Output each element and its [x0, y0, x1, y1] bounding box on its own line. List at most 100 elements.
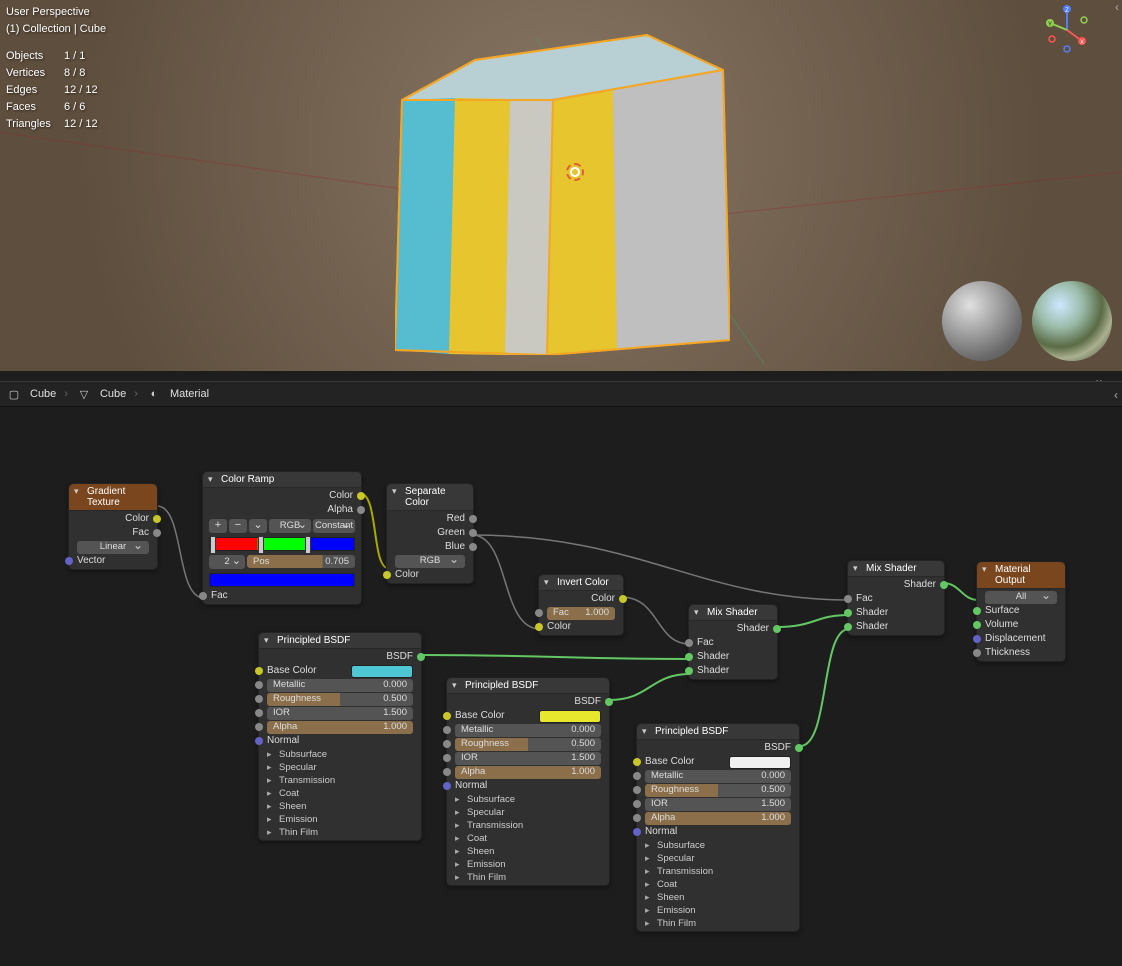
node-editor-canvas[interactable]: Gradient Texture Color Fac Linear Vector… — [0, 407, 1122, 966]
node-principled-bsdf-2[interactable]: Principled BSDF BSDF Base Color Metallic… — [446, 677, 610, 886]
node-title[interactable]: Mix Shader — [689, 605, 777, 621]
section-coat[interactable]: Coat — [447, 832, 609, 845]
stop-color-swatch[interactable] — [209, 573, 355, 587]
stop-pos-field[interactable]: Pos0.705 — [247, 555, 355, 568]
input-socket[interactable] — [685, 653, 693, 661]
color-ramp-gradient[interactable] — [209, 537, 355, 551]
node-material-output[interactable]: Material Output All Surface Volume Displ… — [976, 561, 1066, 662]
node-title[interactable]: Gradient Texture — [69, 484, 157, 511]
section-transmission[interactable]: Transmission — [259, 774, 421, 787]
node-title[interactable]: Mix Shader — [848, 561, 944, 577]
node-title[interactable]: Principled BSDF — [637, 724, 799, 740]
section-subsurface[interactable]: Subsurface — [637, 839, 799, 852]
section-subsurface[interactable]: Subsurface — [447, 793, 609, 806]
input-socket[interactable] — [685, 639, 693, 647]
alpha-field[interactable]: Alpha1.000 — [455, 766, 601, 779]
output-socket[interactable] — [940, 581, 948, 589]
node-principled-bsdf-3[interactable]: Principled BSDF BSDF Base Color Metallic… — [636, 723, 800, 932]
input-socket[interactable] — [255, 709, 263, 717]
section-specular[interactable]: Specular — [637, 852, 799, 865]
ior-field[interactable]: IOR1.500 — [267, 707, 413, 720]
section-sheen[interactable]: Sheen — [447, 845, 609, 858]
node-principled-bsdf-1[interactable]: Principled BSDF BSDF Base Color Metallic… — [258, 632, 422, 841]
node-title[interactable]: Invert Color — [539, 575, 623, 591]
ior-field[interactable]: IOR1.500 — [455, 752, 601, 765]
ramp-stop[interactable] — [258, 536, 264, 554]
node-mix-shader-2[interactable]: Mix Shader Shader Fac Shader Shader — [847, 560, 945, 636]
section-emission[interactable]: Emission — [259, 813, 421, 826]
section-specular[interactable]: Specular — [259, 761, 421, 774]
base-color-swatch[interactable] — [729, 756, 791, 769]
base-color-swatch[interactable] — [539, 710, 601, 723]
input-socket[interactable] — [973, 649, 981, 657]
output-socket[interactable] — [469, 529, 477, 537]
viewport-3d[interactable]: ‹ User Perspective (1) Collection | Cube — [0, 0, 1122, 371]
metallic-field[interactable]: Metallic0.000 — [267, 679, 413, 692]
section-sheen[interactable]: Sheen — [637, 891, 799, 904]
input-socket[interactable] — [443, 768, 451, 776]
metallic-field[interactable]: Metallic0.000 — [455, 724, 601, 737]
node-gradient-texture[interactable]: Gradient Texture Color Fac Linear Vector — [68, 483, 158, 570]
input-socket[interactable] — [255, 723, 263, 731]
matcap-preview-ball[interactable] — [942, 281, 1022, 361]
input-socket[interactable] — [443, 740, 451, 748]
ramp-stop[interactable] — [210, 536, 216, 554]
input-socket[interactable] — [443, 712, 451, 720]
output-socket[interactable] — [605, 698, 613, 706]
output-socket[interactable] — [469, 543, 477, 551]
output-socket[interactable] — [153, 515, 161, 523]
sep-mode-select[interactable]: RGB — [395, 555, 465, 568]
section-coat[interactable]: Coat — [637, 878, 799, 891]
breadcrumb-mesh[interactable]: Cube — [100, 388, 126, 400]
hdri-preview-ball[interactable] — [1032, 281, 1112, 361]
section-specular[interactable]: Specular — [447, 806, 609, 819]
alpha-field[interactable]: Alpha1.000 — [267, 721, 413, 734]
ramp-mode-select[interactable]: RGB — [269, 519, 311, 533]
roughness-field[interactable]: Roughness0.500 — [645, 784, 791, 797]
alpha-field[interactable]: Alpha1.000 — [645, 812, 791, 825]
input-socket[interactable] — [633, 800, 641, 808]
node-title[interactable]: Color Ramp — [203, 472, 361, 488]
roughness-field[interactable]: Roughness0.500 — [267, 693, 413, 706]
input-socket[interactable] — [199, 592, 207, 600]
output-target-select[interactable]: All — [985, 591, 1057, 604]
input-socket[interactable] — [255, 695, 263, 703]
section-emission[interactable]: Emission — [637, 904, 799, 917]
section-thin-film[interactable]: Thin Film — [637, 917, 799, 930]
input-socket[interactable] — [973, 607, 981, 615]
input-socket[interactable] — [633, 786, 641, 794]
input-socket[interactable] — [255, 681, 263, 689]
fac-field[interactable]: Fac1.000 — [547, 607, 615, 620]
node-title[interactable]: Separate Color — [387, 484, 473, 511]
input-socket[interactable] — [443, 726, 451, 734]
input-socket[interactable] — [633, 814, 641, 822]
stop-menu-button[interactable]: ⌄ — [249, 519, 267, 533]
input-socket[interactable] — [255, 667, 263, 675]
input-socket[interactable] — [633, 828, 641, 836]
node-mix-shader-1[interactable]: Mix Shader Shader Fac Shader Shader — [688, 604, 778, 680]
add-stop-button[interactable]: + — [209, 519, 227, 533]
input-socket[interactable] — [844, 623, 852, 631]
input-socket[interactable] — [633, 772, 641, 780]
section-transmission[interactable]: Transmission — [447, 819, 609, 832]
input-socket[interactable] — [255, 737, 263, 745]
section-emission[interactable]: Emission — [447, 858, 609, 871]
input-socket[interactable] — [844, 595, 852, 603]
output-socket[interactable] — [357, 506, 365, 514]
metallic-field[interactable]: Metallic0.000 — [645, 770, 791, 783]
node-title[interactable]: Material Output — [977, 562, 1065, 589]
output-socket[interactable] — [619, 595, 627, 603]
output-socket[interactable] — [417, 653, 425, 661]
input-socket[interactable] — [844, 609, 852, 617]
input-socket[interactable] — [633, 758, 641, 766]
interp-select[interactable]: Linear — [77, 541, 149, 554]
output-socket[interactable] — [795, 744, 803, 752]
roughness-field[interactable]: Roughness0.500 — [455, 738, 601, 751]
remove-stop-button[interactable]: − — [229, 519, 247, 533]
output-socket[interactable] — [469, 515, 477, 523]
input-socket[interactable] — [535, 609, 543, 617]
input-socket[interactable] — [685, 667, 693, 675]
input-socket[interactable] — [973, 621, 981, 629]
stop-index-field[interactable]: 2 — [209, 555, 245, 569]
section-thin-film[interactable]: Thin Film — [259, 826, 421, 839]
